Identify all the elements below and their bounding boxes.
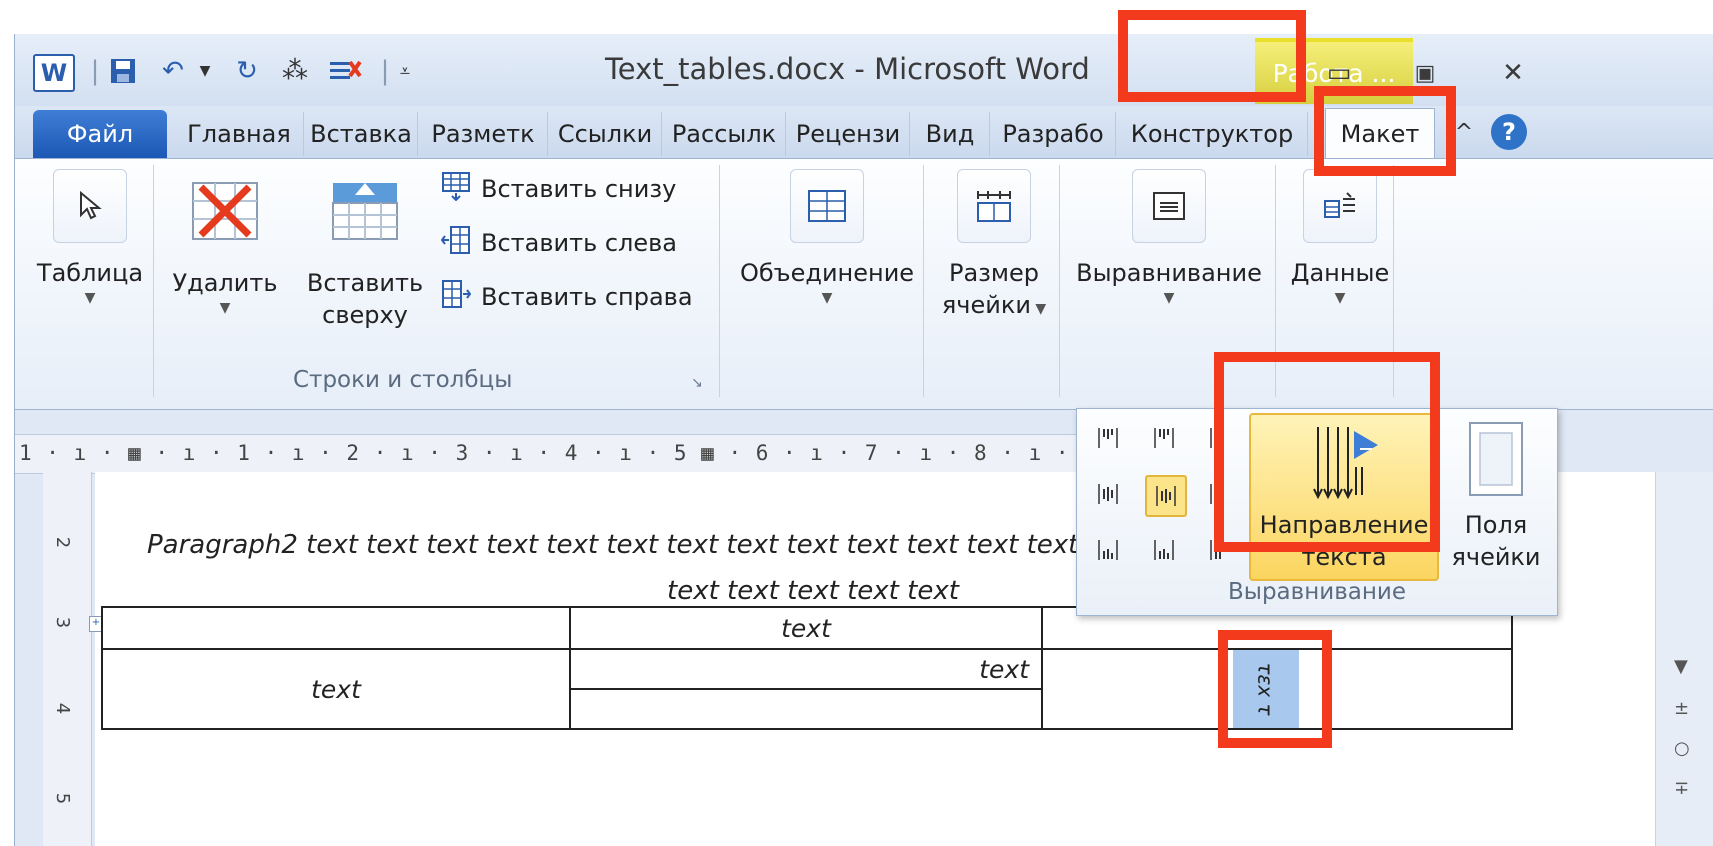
- browse-object-icon[interactable]: ○: [1674, 738, 1690, 759]
- tab-review[interactable]: Рецензи: [787, 112, 910, 156]
- group-separator: [1393, 165, 1394, 397]
- group-separator: [153, 165, 154, 397]
- align-bottom-center-icon[interactable]: [1145, 531, 1183, 569]
- table-button[interactable]: Таблица ▼: [35, 169, 145, 307]
- dropdown-arrow-icon: ▼: [821, 290, 833, 306]
- group-separator: [1059, 165, 1060, 397]
- separator: |: [380, 56, 390, 86]
- delete-button[interactable]: Удалить ▼: [165, 179, 285, 317]
- text-direction-button[interactable]: Направление текста: [1249, 413, 1439, 581]
- dialog-launcher-icon[interactable]: ↘: [691, 375, 703, 391]
- align-top-left-icon[interactable]: [1089, 419, 1127, 457]
- data-icon: [1303, 169, 1377, 243]
- insert-left-button[interactable]: Вставить слева: [440, 225, 677, 261]
- ribbon-tabs: Файл Главная Вставка Разметк Ссылки Расс…: [15, 106, 1713, 159]
- save-icon[interactable]: [105, 54, 141, 88]
- dropdown-arrow-icon: ▼: [84, 290, 96, 306]
- align-top-center-icon[interactable]: [1145, 419, 1183, 457]
- group-label-alignment: Выравнивание: [1228, 579, 1406, 605]
- title-bar: W | ↶ ▼ ↻ ⁂ | ⩡ Text_tables.docx - Micro…: [15, 34, 1713, 106]
- tab-references[interactable]: Ссылки: [549, 112, 662, 156]
- tab-home[interactable]: Главная: [175, 112, 304, 156]
- tree-icon[interactable]: ⁂: [277, 54, 313, 88]
- align-middle-right-icon[interactable]: [1201, 475, 1239, 513]
- paragraph-line-2: text text text text text: [667, 576, 959, 606]
- group-label-rows-columns: Строки и столбцы: [293, 367, 513, 393]
- insert-row-above-icon: [329, 179, 401, 243]
- restore-icon[interactable]: ▣: [1401, 56, 1449, 90]
- undo-dropdown-icon[interactable]: ▼: [195, 54, 215, 88]
- merge-button[interactable]: Объединение ▼: [729, 169, 925, 307]
- insert-column-left-icon: [440, 225, 471, 261]
- redo-icon[interactable]: ↻: [229, 54, 265, 88]
- text-direction-icon: [1304, 423, 1384, 503]
- group-separator: [923, 165, 924, 397]
- dropdown-arrow-icon: ▼: [1163, 290, 1175, 306]
- tab-mailings[interactable]: Рассылк: [663, 112, 786, 156]
- tab-page-layout[interactable]: Разметк: [419, 112, 548, 156]
- align-bottom-left-icon[interactable]: [1089, 531, 1127, 569]
- dropdown-arrow-icon: ▼: [219, 300, 231, 316]
- help-icon[interactable]: ?: [1491, 114, 1527, 150]
- cell-size-icon: [957, 169, 1031, 243]
- tab-file[interactable]: Файл: [33, 110, 167, 158]
- dropdown-arrow-icon: ▼: [1334, 290, 1346, 306]
- close-icon[interactable]: ✕: [1489, 56, 1537, 90]
- window-title: Text_tables.docx - Microsoft Word: [605, 52, 1090, 86]
- alignment-dropdown-panel: Направление текста Поля ячейки Выравнива…: [1076, 408, 1558, 616]
- tab-design[interactable]: Конструктор: [1117, 112, 1308, 156]
- tab-insert[interactable]: Вставка: [305, 112, 418, 156]
- insert-right-button[interactable]: Вставить справа: [441, 279, 693, 315]
- align-middle-center-icon[interactable]: [1145, 475, 1187, 517]
- table-cell[interactable]: [101, 606, 571, 650]
- collapse-ribbon-icon[interactable]: ^: [1449, 120, 1479, 150]
- table-cell[interactable]: [569, 688, 1043, 730]
- insert-above-button[interactable]: Вставить сверху: [297, 179, 433, 331]
- tab-layout[interactable]: Макет: [1325, 108, 1435, 159]
- table-cell[interactable]: text: [101, 648, 571, 730]
- word-app-icon[interactable]: W: [33, 54, 75, 92]
- vertical-ruler[interactable]: 2 3 4 5: [43, 472, 92, 846]
- align-middle-left-icon[interactable]: [1089, 475, 1127, 513]
- cursor-icon: [53, 169, 127, 243]
- clear-format-icon[interactable]: [325, 54, 365, 88]
- merge-cells-icon: [790, 169, 864, 243]
- horizontal-ruler[interactable]: 1 · ı · ▦ · ı · 1 · ı · 2 · ı · 3 · ı · …: [15, 434, 1300, 474]
- data-button[interactable]: Данные ▼: [1281, 169, 1399, 307]
- selected-cell-highlight: τεx τ: [1233, 650, 1299, 728]
- table-cell[interactable]: text: [569, 606, 1043, 650]
- alignment-icon: [1132, 169, 1206, 243]
- group-separator: [719, 165, 720, 397]
- ribbon-panel: Таблица ▼ Удалить ▼ Вставить сверху Вста…: [15, 158, 1713, 410]
- scroll-down-arrow-icon[interactable]: ▼: [1674, 656, 1688, 677]
- next-page-icon[interactable]: ∓: [1674, 778, 1689, 799]
- previous-page-icon[interactable]: ±: [1674, 698, 1689, 719]
- alignment-button[interactable]: Выравнивание ▼: [1067, 169, 1271, 307]
- insert-below-button[interactable]: Вставить снизу: [441, 171, 676, 207]
- delete-table-icon: [189, 179, 261, 243]
- align-top-right-icon[interactable]: [1201, 419, 1239, 457]
- paragraph-line-1: Paragraph2 text text text text text text…: [147, 530, 1079, 560]
- vertical-scrollbar[interactable]: ▼ ± ○ ∓: [1655, 472, 1713, 846]
- minimize-icon[interactable]: ▭: [1315, 56, 1363, 90]
- cell-margins-button[interactable]: Поля ячейки: [1443, 419, 1549, 573]
- cell-size-button[interactable]: Размер ячейки ▼: [931, 169, 1057, 321]
- cell-margins-icon: [1466, 419, 1526, 499]
- tab-developer[interactable]: Разрабо: [991, 112, 1116, 156]
- align-bottom-right-icon[interactable]: [1201, 531, 1239, 569]
- table-cell-rotated[interactable]: τεx τ: [1041, 648, 1513, 730]
- insert-row-below-icon: [441, 171, 471, 207]
- tab-view[interactable]: Вид: [911, 112, 990, 156]
- dropdown-arrow-icon: ▼: [1030, 301, 1047, 317]
- document-table[interactable]: text text text τεx τ: [101, 606, 1513, 730]
- group-separator: [1275, 165, 1276, 397]
- insert-column-right-icon: [441, 279, 472, 315]
- customize-icon[interactable]: ⩡: [393, 54, 417, 88]
- separator: |: [90, 56, 100, 86]
- table-cell[interactable]: text: [569, 648, 1043, 690]
- undo-icon[interactable]: ↶: [155, 54, 191, 88]
- word-window: W | ↶ ▼ ↻ ⁂ | ⩡ Text_tables.docx - Micro…: [14, 34, 1713, 846]
